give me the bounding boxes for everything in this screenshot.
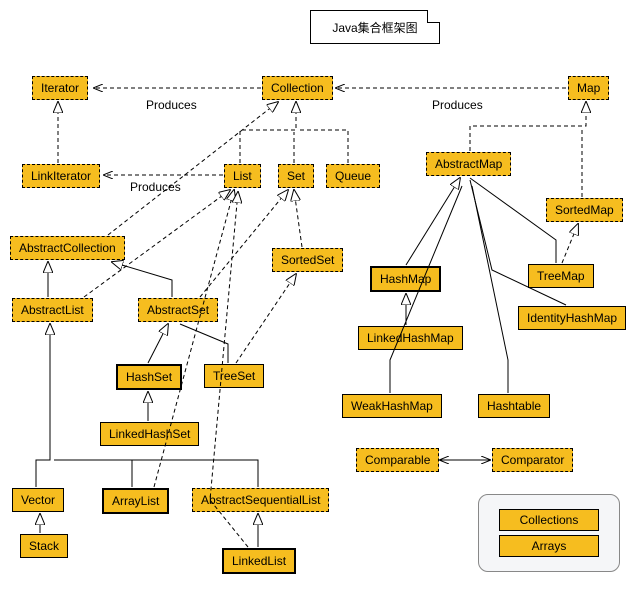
node-stack: Stack xyxy=(20,534,68,558)
node-hashset: HashSet xyxy=(116,364,182,390)
node-abstractsequentiallist: AbstractSequentialList xyxy=(192,488,329,512)
node-label: Map xyxy=(577,81,600,95)
node-sortedset: SortedSet xyxy=(272,248,343,272)
node-label: AbstractMap xyxy=(435,157,502,171)
node-iterator: Iterator xyxy=(32,76,88,100)
node-treemap: TreeMap xyxy=(528,264,594,288)
node-label: HashMap xyxy=(380,272,431,286)
node-arraylist: ArrayList xyxy=(102,488,169,514)
node-hashmap: HashMap xyxy=(370,266,441,292)
node-label: Comparable xyxy=(365,453,430,467)
node-label: Iterator xyxy=(41,81,79,95)
node-label: TreeMap xyxy=(537,269,585,283)
node-abstractlist: AbstractList xyxy=(12,298,93,322)
node-linkiterator: LinkIterator xyxy=(22,164,100,188)
node-linkedlist: LinkedList xyxy=(222,548,296,574)
node-hashtable: Hashtable xyxy=(478,394,550,418)
node-label: WeakHashMap xyxy=(351,399,433,413)
node-label: LinkedHashMap xyxy=(367,331,454,345)
node-comparable: Comparable xyxy=(356,448,439,472)
node-label: Queue xyxy=(335,169,371,183)
node-abstractmap: AbstractMap xyxy=(426,152,511,176)
legend-panel: Collections Arrays xyxy=(478,494,620,572)
node-label: LinkIterator xyxy=(31,169,91,183)
legend-collections: Collections xyxy=(499,509,599,531)
node-label: AbstractList xyxy=(21,303,84,317)
node-treeset: TreeSet xyxy=(204,364,264,388)
legend-arrays: Arrays xyxy=(499,535,599,557)
node-comparator: Comparator xyxy=(492,448,573,472)
node-queue: Queue xyxy=(326,164,380,188)
node-linkedhashmap: LinkedHashMap xyxy=(358,326,463,350)
node-vector: Vector xyxy=(12,488,64,512)
node-label: LinkedList xyxy=(232,554,286,568)
node-label: Hashtable xyxy=(487,399,541,413)
diagram-title: Java集合框架图 xyxy=(311,19,439,36)
node-label: IdentityHashMap xyxy=(527,311,617,325)
title-note: Java集合框架图 xyxy=(310,10,440,44)
node-label: Vector xyxy=(21,493,55,507)
edge-label-produces-3: Produces xyxy=(130,180,181,194)
node-abstractcollection: AbstractCollection xyxy=(10,236,125,260)
node-identityhashmap: IdentityHashMap xyxy=(518,306,626,330)
node-label: LinkedHashSet xyxy=(109,427,190,441)
node-label: AbstractSequentialList xyxy=(201,493,320,507)
node-set: Set xyxy=(278,164,314,188)
node-label: AbstractSet xyxy=(147,303,209,317)
node-label: HashSet xyxy=(126,370,172,384)
node-map: Map xyxy=(568,76,609,100)
node-sortedmap: SortedMap xyxy=(546,198,623,222)
node-label: Collection xyxy=(271,81,324,95)
node-linkedhashset: LinkedHashSet xyxy=(100,422,199,446)
diagram-canvas: Java集合框架图 Iterator Collection Map LinkIt… xyxy=(0,0,643,611)
edge-label-produces-2: Produces xyxy=(432,98,483,112)
node-label: List xyxy=(233,169,252,183)
node-label: TreeSet xyxy=(213,369,255,383)
node-label: Set xyxy=(287,169,305,183)
node-weakhashmap: WeakHashMap xyxy=(342,394,442,418)
node-abstractset: AbstractSet xyxy=(138,298,218,322)
edge-label-produces-1: Produces xyxy=(146,98,197,112)
node-label: AbstractCollection xyxy=(19,241,116,255)
node-label: ArrayList xyxy=(112,494,159,508)
node-label: SortedMap xyxy=(555,203,614,217)
node-list: List xyxy=(224,164,261,188)
node-label: SortedSet xyxy=(281,253,334,267)
node-label: Comparator xyxy=(501,453,564,467)
node-collection: Collection xyxy=(262,76,333,100)
node-label: Stack xyxy=(29,539,59,553)
